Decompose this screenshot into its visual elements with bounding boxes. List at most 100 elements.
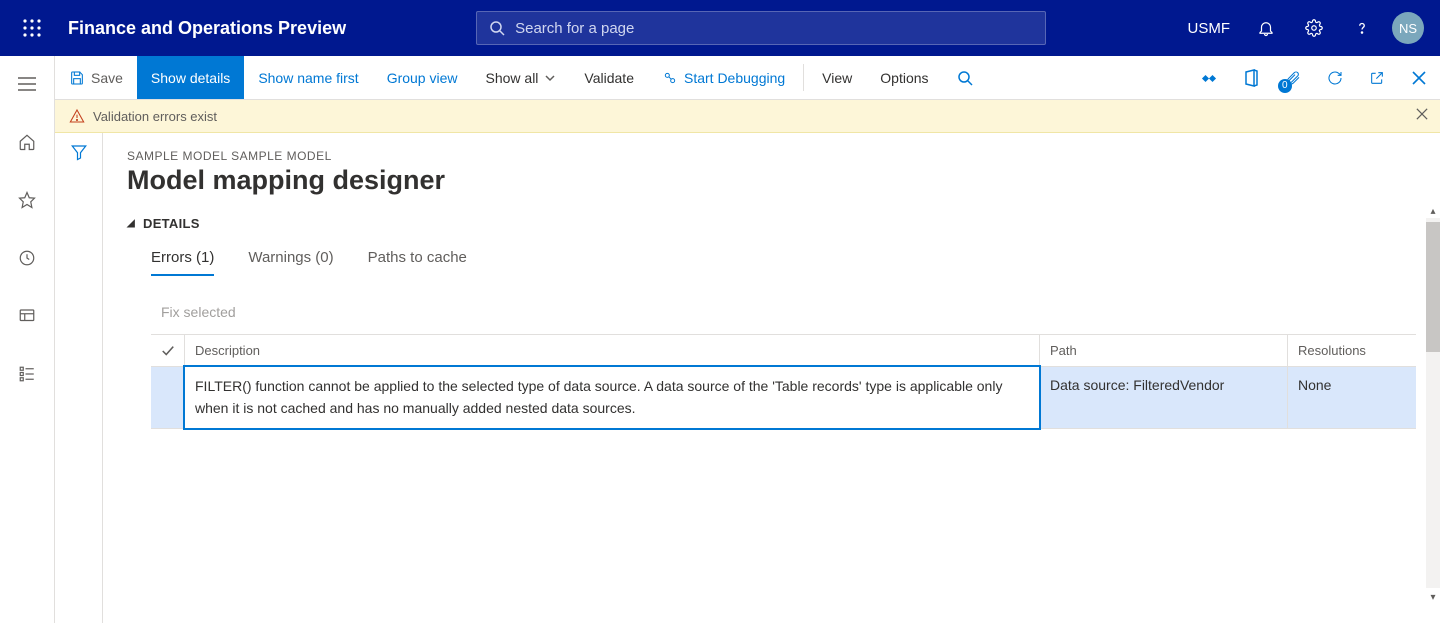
popout-button[interactable] xyxy=(1356,70,1398,86)
details-fasttab[interactable]: ◢ DETAILS xyxy=(127,216,1416,231)
show-details-button[interactable]: Show details xyxy=(137,56,244,99)
debug-icon xyxy=(662,70,678,86)
tab-warnings[interactable]: Warnings (0) xyxy=(248,249,333,276)
scrollbar-thumb[interactable] xyxy=(1426,222,1440,352)
legal-entity[interactable]: USMF xyxy=(1178,20,1241,37)
close-button[interactable] xyxy=(1398,71,1440,85)
nav-workspaces[interactable] xyxy=(9,298,45,334)
cell-path: Data source: FilteredVendor xyxy=(1040,367,1288,428)
options-label: Options xyxy=(880,70,928,86)
save-icon xyxy=(69,70,85,86)
fix-selected-button[interactable]: Fix selected xyxy=(161,304,1416,320)
notifications-button[interactable] xyxy=(1244,0,1288,56)
details-tabs: Errors (1) Warnings (0) Paths to cache xyxy=(127,249,1416,276)
attachments-count: 0 xyxy=(1278,79,1292,93)
workspace-icon xyxy=(18,307,36,325)
divider xyxy=(803,64,804,91)
office-addin-button[interactable] xyxy=(1230,69,1272,87)
close-icon xyxy=(1416,108,1428,120)
app-launcher[interactable] xyxy=(8,0,56,56)
find-button[interactable] xyxy=(943,56,987,99)
bell-icon xyxy=(1257,19,1275,37)
save-button[interactable]: Save xyxy=(55,56,137,99)
breadcrumb: SAMPLE MODEL SAMPLE MODEL xyxy=(127,149,1416,163)
hamburger-icon xyxy=(18,77,36,91)
chevron-down-icon xyxy=(544,72,556,84)
col-description[interactable]: Description xyxy=(185,335,1040,366)
grid-header: Description Path Resolutions xyxy=(151,335,1416,367)
search-input[interactable]: Search for a page xyxy=(476,11,1046,45)
cell-description-text: FILTER() function cannot be applied to t… xyxy=(183,365,1041,430)
modules-icon xyxy=(18,365,36,383)
show-all-label: Show all xyxy=(486,70,539,86)
funnel-icon xyxy=(70,143,88,161)
tab-errors[interactable]: Errors (1) xyxy=(151,249,214,276)
start-debugging-label: Start Debugging xyxy=(684,70,785,86)
refresh-icon xyxy=(1327,70,1343,86)
table-row[interactable]: FILTER() function cannot be applied to t… xyxy=(151,367,1416,429)
attachments-button[interactable]: 0 xyxy=(1272,69,1314,87)
warning-icon xyxy=(69,108,85,124)
col-path[interactable]: Path xyxy=(1040,335,1288,366)
waffle-icon xyxy=(23,19,41,37)
group-view-button[interactable]: Group view xyxy=(373,56,472,99)
nav-recent[interactable] xyxy=(9,240,45,276)
select-all-checkbox[interactable] xyxy=(151,335,185,366)
validate-label: Validate xyxy=(584,70,634,86)
search-placeholder: Search for a page xyxy=(515,20,634,37)
view-menu[interactable]: View xyxy=(808,56,866,99)
check-icon xyxy=(161,344,175,358)
help-button[interactable] xyxy=(1340,0,1384,56)
cell-description[interactable]: FILTER() function cannot be applied to t… xyxy=(185,367,1040,428)
refresh-button[interactable] xyxy=(1314,70,1356,86)
validation-banner: Validation errors exist xyxy=(55,100,1440,133)
show-details-label: Show details xyxy=(151,70,230,86)
errors-grid: Description Path Resolutions FILTER() fu… xyxy=(151,334,1416,429)
search-icon xyxy=(489,20,505,36)
question-icon xyxy=(1353,19,1371,37)
personalize-button[interactable] xyxy=(1188,70,1230,86)
details-label: DETAILS xyxy=(143,216,200,231)
top-header: Finance and Operations Preview Search fo… xyxy=(0,0,1440,56)
popout-icon xyxy=(1369,70,1385,86)
nav-hamburger[interactable] xyxy=(9,66,45,102)
scroll-down-arrow[interactable]: ▾ xyxy=(1426,590,1440,604)
user-avatar[interactable]: NS xyxy=(1392,12,1424,44)
start-debugging-button[interactable]: Start Debugging xyxy=(648,56,799,99)
gear-icon xyxy=(1305,19,1323,37)
tab-paths-to-cache[interactable]: Paths to cache xyxy=(368,249,467,276)
close-icon xyxy=(1412,71,1426,85)
search-wrap: Search for a page xyxy=(476,11,1046,45)
view-label: View xyxy=(822,70,852,86)
app-title: Finance and Operations Preview xyxy=(68,18,346,39)
action-bar-right: 0 xyxy=(1188,56,1440,99)
diamond-icon xyxy=(1201,70,1217,86)
nav-favorites[interactable] xyxy=(9,182,45,218)
page-title: Model mapping designer xyxy=(127,165,1416,196)
nav-home[interactable] xyxy=(9,124,45,160)
office-icon xyxy=(1243,69,1259,87)
filter-toggle[interactable] xyxy=(70,143,88,623)
star-icon xyxy=(18,191,36,209)
action-bar: Save Show details Show name first Group … xyxy=(55,56,1440,100)
filter-pane-collapsed xyxy=(55,133,103,623)
header-right: USMF NS xyxy=(1178,0,1433,56)
scrollbar-track[interactable] xyxy=(1426,218,1440,588)
group-view-label: Group view xyxy=(387,70,458,86)
save-label: Save xyxy=(91,70,123,86)
home-icon xyxy=(18,133,36,151)
validate-button[interactable]: Validate xyxy=(570,56,648,99)
row-checkbox[interactable] xyxy=(151,367,185,428)
cell-resolutions: None xyxy=(1288,367,1416,428)
show-name-first-button[interactable]: Show name first xyxy=(244,56,372,99)
show-name-first-label: Show name first xyxy=(258,70,358,86)
options-menu[interactable]: Options xyxy=(866,56,942,99)
settings-button[interactable] xyxy=(1292,0,1336,56)
col-resolutions[interactable]: Resolutions xyxy=(1288,335,1416,366)
nav-modules[interactable] xyxy=(9,356,45,392)
banner-text: Validation errors exist xyxy=(93,109,217,124)
scroll-up-arrow[interactable]: ▴ xyxy=(1426,204,1440,218)
show-all-button[interactable]: Show all xyxy=(472,56,571,99)
content-main: SAMPLE MODEL SAMPLE MODEL Model mapping … xyxy=(103,133,1440,623)
banner-close[interactable] xyxy=(1416,108,1428,120)
